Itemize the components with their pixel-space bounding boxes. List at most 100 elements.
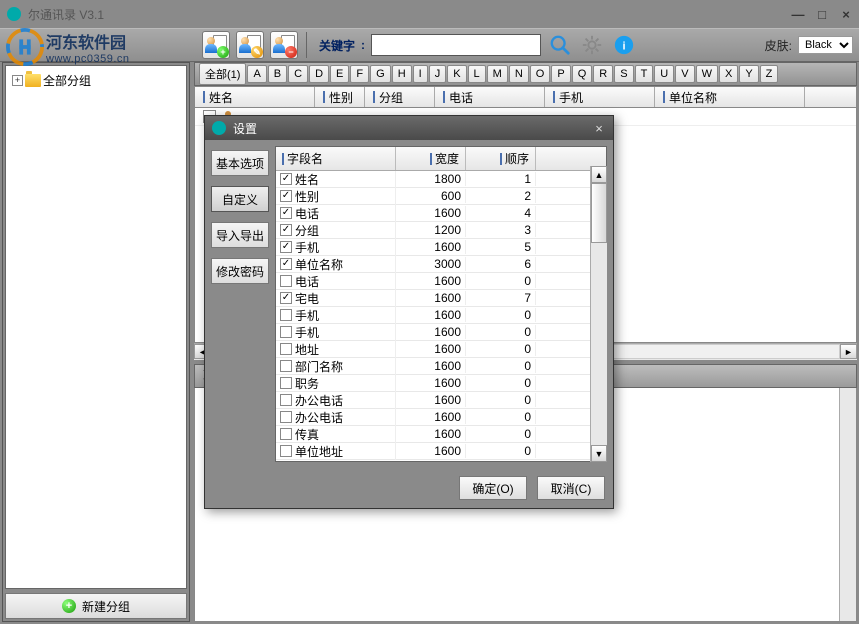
alpha-chip[interactable]: P xyxy=(551,65,570,83)
col-fieldname[interactable]: 字段名 xyxy=(287,150,323,167)
field-row[interactable]: 职务16000 xyxy=(276,375,606,392)
field-checkbox[interactable] xyxy=(280,445,292,457)
field-checkbox[interactable] xyxy=(280,258,292,270)
field-row[interactable]: 电话16000 xyxy=(276,273,606,290)
column-header[interactable]: 手机 xyxy=(545,87,655,107)
field-row[interactable]: 办公电话16000 xyxy=(276,409,606,426)
column-header[interactable]: 分组 xyxy=(365,87,435,107)
alpha-chip[interactable]: G xyxy=(370,65,391,83)
field-row[interactable]: 手机16000 xyxy=(276,324,606,341)
field-row[interactable]: 办公电话16000 xyxy=(276,392,606,409)
alpha-chip[interactable]: F xyxy=(350,65,369,83)
field-row[interactable]: 电话16004 xyxy=(276,205,606,222)
field-checkbox[interactable] xyxy=(280,428,292,440)
cancel-button[interactable]: 取消(C) xyxy=(537,476,605,500)
field-checkbox[interactable] xyxy=(280,411,292,423)
field-row[interactable]: 分组12003 xyxy=(276,222,606,239)
field-row[interactable]: 性别6002 xyxy=(276,188,606,205)
field-row[interactable]: 姓名18001 xyxy=(276,171,606,188)
close-button[interactable]: × xyxy=(839,7,853,21)
field-row[interactable]: 手机16000 xyxy=(276,307,606,324)
alpha-chip[interactable]: U xyxy=(654,65,674,83)
ok-button[interactable]: 确定(O) xyxy=(459,476,527,500)
column-header[interactable]: 性别 xyxy=(315,87,365,107)
alpha-chip[interactable]: D xyxy=(309,65,329,83)
field-checkbox[interactable] xyxy=(280,292,292,304)
field-row[interactable]: 单位地址16000 xyxy=(276,443,606,460)
skin-select[interactable]: Black xyxy=(798,36,853,54)
alpha-chip[interactable]: K xyxy=(447,65,466,83)
scroll-down-button[interactable]: ▼ xyxy=(591,445,607,462)
alpha-chip[interactable]: N xyxy=(509,65,529,83)
expand-icon[interactable]: + xyxy=(12,75,23,86)
tree-root[interactable]: + 全部分组 xyxy=(10,70,182,91)
dialog-tab[interactable]: 基本选项 xyxy=(211,150,269,176)
field-checkbox[interactable] xyxy=(280,190,292,202)
field-checkbox[interactable] xyxy=(280,275,292,287)
alpha-chip[interactable]: V xyxy=(675,65,694,83)
add-contact-button[interactable]: + xyxy=(202,31,230,59)
field-checkbox[interactable] xyxy=(280,326,292,338)
alpha-chip[interactable]: M xyxy=(487,65,508,83)
col-width[interactable]: 宽度 xyxy=(435,150,459,167)
field-name: 传真 xyxy=(295,426,319,443)
dialog-tab[interactable]: 自定义 xyxy=(211,186,269,212)
alpha-chip[interactable]: R xyxy=(593,65,613,83)
minimize-button[interactable]: — xyxy=(791,7,805,21)
field-row[interactable]: 传真16000 xyxy=(276,426,606,443)
field-checkbox[interactable] xyxy=(280,309,292,321)
column-header[interactable]: 单位名称 xyxy=(655,87,805,107)
alpha-chip[interactable]: O xyxy=(530,65,551,83)
info-button[interactable]: i xyxy=(611,32,637,58)
alpha-chip[interactable]: T xyxy=(635,65,654,83)
delete-contact-button[interactable]: − xyxy=(270,31,298,59)
new-group-button[interactable]: + 新建分组 xyxy=(5,593,187,619)
alpha-chip[interactable]: B xyxy=(268,65,287,83)
alpha-chip[interactable]: L xyxy=(468,65,486,83)
alpha-chip[interactable]: Y xyxy=(739,65,758,83)
scroll-right-button[interactable]: ► xyxy=(840,344,857,359)
detail-vertical-scrollbar[interactable] xyxy=(839,388,856,622)
vscroll-thumb[interactable] xyxy=(591,183,607,243)
keyword-input[interactable] xyxy=(371,34,541,56)
field-row[interactable]: 地址16000 xyxy=(276,341,606,358)
alpha-chip[interactable]: W xyxy=(696,65,718,83)
alpha-chip[interactable]: 全部(1) xyxy=(199,63,246,85)
field-checkbox[interactable] xyxy=(280,394,292,406)
field-checkbox[interactable] xyxy=(280,224,292,236)
alpha-chip[interactable]: Q xyxy=(572,65,593,83)
field-name: 电话 xyxy=(295,273,319,290)
field-checkbox[interactable] xyxy=(280,360,292,372)
field-checkbox[interactable] xyxy=(280,343,292,355)
alpha-chip[interactable]: Z xyxy=(760,65,779,83)
alpha-chip[interactable]: I xyxy=(413,65,428,83)
field-checkbox[interactable] xyxy=(280,173,292,185)
maximize-button[interactable]: □ xyxy=(815,7,829,21)
alpha-chip[interactable]: E xyxy=(330,65,349,83)
alpha-chip[interactable]: A xyxy=(247,65,266,83)
column-header[interactable]: 姓名 xyxy=(195,87,315,107)
field-checkbox[interactable] xyxy=(280,241,292,253)
field-row[interactable]: 单位名称30006 xyxy=(276,256,606,273)
field-checkbox[interactable] xyxy=(280,377,292,389)
dialog-tab[interactable]: 修改密码 xyxy=(211,258,269,284)
field-checkbox[interactable] xyxy=(280,207,292,219)
scroll-up-button[interactable]: ▲ xyxy=(591,166,607,183)
alpha-chip[interactable]: S xyxy=(614,65,633,83)
dialog-close-button[interactable]: × xyxy=(591,120,607,136)
field-row[interactable]: 宅电16007 xyxy=(276,290,606,307)
col-order[interactable]: 顺序 xyxy=(505,150,529,167)
edit-contact-button[interactable]: ✎ xyxy=(236,31,264,59)
dialog-tab[interactable]: 导入导出 xyxy=(211,222,269,248)
field-row[interactable]: 部门名称16000 xyxy=(276,358,606,375)
alpha-chip[interactable]: J xyxy=(429,65,447,83)
settings-button[interactable] xyxy=(579,32,605,58)
alpha-chip[interactable]: X xyxy=(719,65,738,83)
field-row[interactable]: 手机16005 xyxy=(276,239,606,256)
grid-vertical-scrollbar[interactable]: ▲ ▼ xyxy=(590,166,607,462)
group-tree[interactable]: + 全部分组 xyxy=(5,65,187,589)
alpha-chip[interactable]: C xyxy=(288,65,308,83)
alpha-chip[interactable]: H xyxy=(392,65,412,83)
column-header[interactable]: 电话 xyxy=(435,87,545,107)
search-button[interactable] xyxy=(547,32,573,58)
